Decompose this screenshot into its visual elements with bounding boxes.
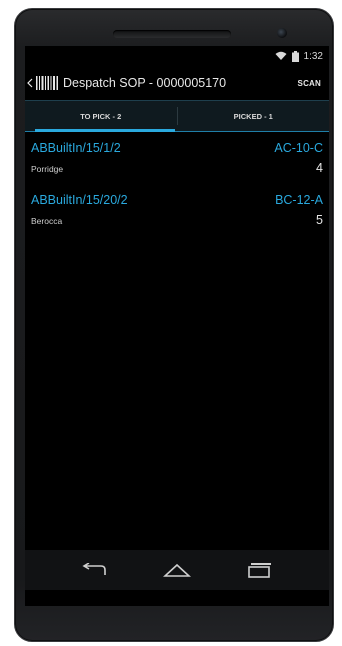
item-code: ABBuiltIn/15/20/2 <box>31 193 128 207</box>
list-item[interactable]: ABBuiltIn/15/1/2 AC-10-C Porridge 4 <box>25 134 329 186</box>
recents-icon[interactable] <box>240 555 280 585</box>
item-quantity: 4 <box>316 161 323 175</box>
tab-to-pick-label: TO PICK - 2 <box>80 111 122 121</box>
status-time: 1:32 <box>303 50 323 62</box>
item-name: Berocca <box>31 216 63 226</box>
front-camera <box>277 28 287 38</box>
battery-icon <box>291 50 299 62</box>
item-code: ABBuiltIn/15/1/2 <box>31 141 121 155</box>
tab-bar: TO PICK - 2 PICKED - 1 <box>25 100 329 132</box>
system-nav-bar <box>25 550 329 590</box>
item-name: Porridge <box>31 164 64 174</box>
tab-selected-indicator <box>35 129 175 132</box>
earpiece-speaker <box>113 30 231 38</box>
tab-picked-label: PICKED - 1 <box>233 111 273 121</box>
home-icon[interactable] <box>157 555 197 585</box>
status-bar: 1:32 <box>25 46 329 66</box>
list-item[interactable]: ABBuiltIn/15/20/2 BC-12-A Berocca 5 <box>25 186 329 238</box>
pick-list: ABBuiltIn/15/1/2 AC-10-C Porridge 4 ABBu… <box>25 134 329 238</box>
action-bar: Despatch SOP - 0000005170 SCAN <box>25 68 329 98</box>
barcode-icon[interactable] <box>36 75 58 91</box>
item-quantity: 5 <box>316 213 323 227</box>
wifi-icon <box>275 51 287 61</box>
scan-button[interactable]: SCAN <box>298 79 321 88</box>
back-icon[interactable] <box>74 555 114 585</box>
tab-picked[interactable]: PICKED - 1 <box>178 101 330 131</box>
app-screen: 1:32 Despatch SOP - 0000005170 SCAN TO P… <box>25 46 329 606</box>
tab-to-pick[interactable]: TO PICK - 2 <box>25 101 177 132</box>
item-location: BC-12-A <box>275 193 323 207</box>
back-chevron-icon[interactable] <box>27 76 35 90</box>
page-title: Despatch SOP - 0000005170 <box>63 76 227 90</box>
item-location: AC-10-C <box>274 141 323 155</box>
